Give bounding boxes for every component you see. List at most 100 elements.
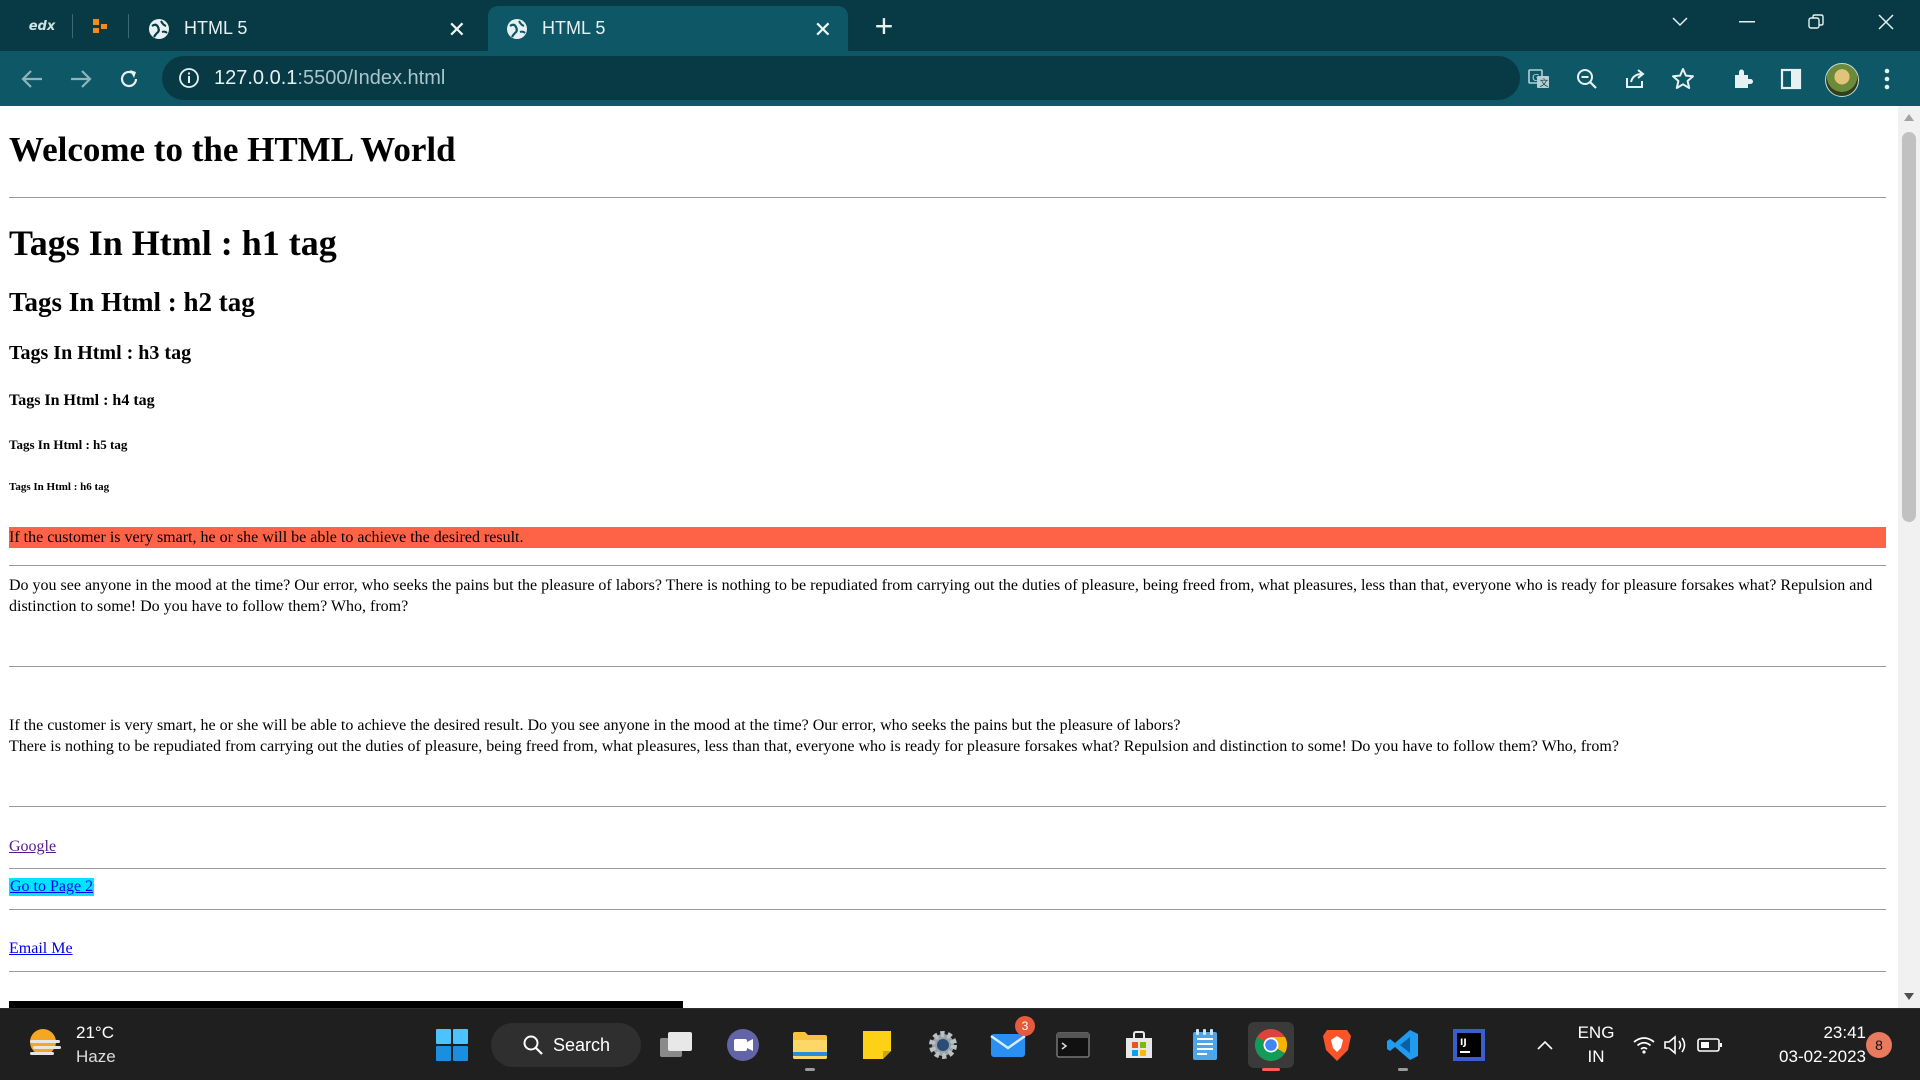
extensions-icon[interactable] <box>1728 64 1758 94</box>
chrome-button[interactable] <box>1248 1022 1294 1071</box>
chevron-up-icon <box>1537 1040 1553 1050</box>
battery-icon <box>1697 1038 1722 1052</box>
google-link[interactable]: Google <box>9 838 56 856</box>
terminal-button[interactable] <box>1050 1022 1096 1068</box>
h5-heading: Tags In Html : h5 tag <box>9 437 128 452</box>
h3-heading: Tags In Html : h3 tag <box>9 342 192 364</box>
profile-avatar[interactable] <box>1825 63 1859 97</box>
side-panel-icon[interactable] <box>1776 64 1806 94</box>
brave-icon <box>1323 1030 1351 1061</box>
tab-html5-active[interactable]: HTML 5 ✕ <box>488 6 848 51</box>
minimize-icon <box>1739 21 1755 23</box>
paragraph-2: If the customer is very smart, he or she… <box>9 715 1886 757</box>
start-button[interactable] <box>429 1022 475 1068</box>
file-explorer-button[interactable] <box>787 1022 833 1071</box>
sticky-notes-button[interactable] <box>854 1022 900 1068</box>
horizontal-rule <box>9 197 1886 198</box>
close-window-button[interactable] <box>1856 0 1916 44</box>
folder-icon <box>793 1032 827 1059</box>
close-icon <box>1878 14 1894 30</box>
clock-time[interactable]: 23:41 <box>1756 1023 1866 1043</box>
edx-icon: edx <box>28 18 56 34</box>
tab-html5-inactive[interactable]: HTML 5 ✕ <box>130 6 482 51</box>
weather-haze-icon[interactable] <box>26 1025 64 1063</box>
tab-title: HTML 5 <box>542 18 606 38</box>
windows-taskbar: 21°C Haze Search 3 IJ ENG IN 23:41 03-02… <box>0 1008 1920 1080</box>
horizontal-rule <box>9 971 1886 972</box>
menu-kebab-icon[interactable] <box>1872 64 1902 94</box>
chevron-down-icon <box>1672 17 1688 27</box>
store-icon <box>1126 1031 1152 1058</box>
notepad-icon <box>1193 1029 1217 1060</box>
pinned-tab-app[interactable] <box>76 6 124 46</box>
task-view-button[interactable] <box>653 1022 699 1068</box>
vscode-button[interactable] <box>1380 1022 1426 1071</box>
active-indicator <box>1262 1068 1280 1071</box>
scroll-up-arrow-icon[interactable] <box>1904 114 1914 121</box>
gear-icon <box>929 1031 957 1059</box>
vertical-scrollbar[interactable] <box>1898 106 1920 1008</box>
tab-separator <box>128 14 129 38</box>
quick-settings-button[interactable] <box>1628 1022 1728 1068</box>
language-indicator-bottom[interactable]: IN <box>1572 1047 1620 1067</box>
mail-button[interactable]: 3 <box>985 1016 1035 1068</box>
app-icon <box>93 19 107 33</box>
share-icon[interactable] <box>1622 66 1648 92</box>
address-bar[interactable]: 127.0.0.1:5500/Index.html G文 <box>162 56 1694 100</box>
restore-button[interactable] <box>1786 0 1846 44</box>
tab-search-button[interactable] <box>1650 0 1710 44</box>
h2-heading: Tags In Html : h2 tag <box>9 287 255 317</box>
settings-button[interactable] <box>920 1022 966 1068</box>
windows-start-icon <box>436 1029 468 1061</box>
email-me-link[interactable]: Email Me <box>9 940 73 958</box>
browser-tab-strip: edx HTML 5 ✕ HTML 5 ✕ + <box>0 0 1920 51</box>
brave-button[interactable] <box>1314 1022 1360 1068</box>
url-host: 127.0.0.1 <box>214 67 298 89</box>
minimize-button[interactable] <box>1717 0 1777 44</box>
h6-heading: Tags In Html : h6 tag <box>9 481 110 493</box>
go-to-page-2-link[interactable]: Go to Page 2 <box>9 878 95 896</box>
pinned-tab-edx[interactable]: edx <box>18 6 66 46</box>
url-text: 127.0.0.1:5500/Index.html <box>214 67 445 90</box>
tab-title: HTML 5 <box>184 18 248 38</box>
show-hidden-icons-button[interactable] <box>1522 1022 1568 1068</box>
highlighted-text: If the customer is very smart, he or she… <box>9 527 1886 548</box>
svg-text:IJ: IJ <box>1460 1038 1467 1048</box>
close-tab-icon[interactable]: ✕ <box>448 17 466 43</box>
microsoft-store-button[interactable] <box>1116 1022 1162 1068</box>
bookmark-star-icon[interactable] <box>1670 66 1696 92</box>
new-tab-button[interactable]: + <box>866 8 902 45</box>
translate-icon[interactable]: G文 <box>1526 66 1552 92</box>
paragraph-2-line-1: If the customer is very smart, he or she… <box>9 717 1181 734</box>
browser-toolbar: 127.0.0.1:5500/Index.html G文 <box>0 51 1920 106</box>
zoom-out-icon[interactable] <box>1574 66 1600 92</box>
reload-button[interactable] <box>112 62 146 96</box>
running-indicator <box>805 1068 815 1071</box>
h1-heading: Tags In Html : h1 tag <box>9 223 337 263</box>
globe-icon <box>149 18 169 39</box>
page-viewport: Welcome to the HTML World Tags In Html :… <box>0 106 1898 1008</box>
globe-icon <box>507 18 527 39</box>
scroll-down-arrow-icon[interactable] <box>1904 993 1914 1000</box>
forward-button[interactable] <box>64 62 98 96</box>
notification-badge[interactable]: 8 <box>1866 1032 1892 1058</box>
language-indicator-top[interactable]: ENG <box>1572 1023 1620 1043</box>
teams-chat-button[interactable] <box>720 1022 766 1068</box>
tab-separator <box>72 14 73 38</box>
mail-badge: 3 <box>1015 1016 1035 1036</box>
scroll-thumb[interactable] <box>1902 132 1916 522</box>
black-bar <box>9 1001 683 1008</box>
notepad-button[interactable] <box>1182 1022 1228 1068</box>
teams-chat-icon <box>727 1029 759 1061</box>
info-icon[interactable] <box>178 67 200 89</box>
chrome-icon <box>1254 1029 1288 1061</box>
taskbar-search[interactable]: Search <box>491 1023 641 1067</box>
clock-date[interactable]: 03-02-2023 <box>1756 1047 1866 1067</box>
forward-arrow-icon <box>71 70 92 88</box>
weather-description[interactable]: Haze <box>76 1047 116 1067</box>
back-button[interactable] <box>15 62 49 96</box>
weather-temperature[interactable]: 21°C <box>76 1023 114 1043</box>
horizontal-rule <box>9 868 1886 869</box>
intellij-button[interactable]: IJ <box>1446 1022 1492 1068</box>
close-tab-icon[interactable]: ✕ <box>814 17 832 43</box>
